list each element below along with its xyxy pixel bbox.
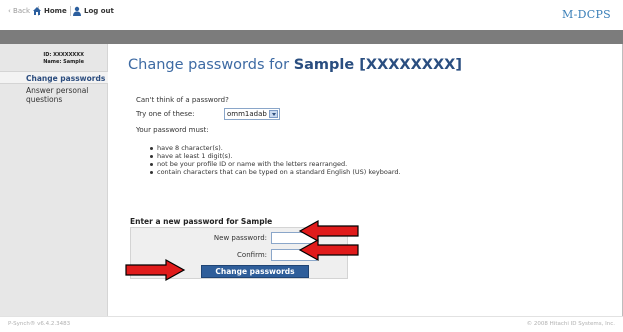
password-rules: have 8 character(s). have at least 1 dig… <box>148 144 401 176</box>
suggestion-select[interactable]: omm1adab <box>224 108 280 120</box>
user-icon <box>73 6 81 16</box>
home-icon <box>33 7 41 15</box>
page-title-prefix: Change passwords for <box>128 57 290 73</box>
suggestion-label: Try one of these: <box>136 110 195 118</box>
header-bar <box>0 30 623 44</box>
back-link[interactable]: ‹ Back <box>8 7 30 16</box>
form-heading: Enter a new password for Sample <box>130 217 273 226</box>
arrow-right-icon <box>125 258 186 282</box>
arrow-left-icon <box>298 238 359 262</box>
logout-link[interactable]: Log out <box>73 6 114 16</box>
suggestion-value: omm1adab <box>227 110 267 118</box>
logout-label: Log out <box>84 7 114 15</box>
sidebar-item-change-passwords[interactable]: Change passwords <box>0 71 108 84</box>
page-title-subject: Sample [XXXXXXXX] <box>293 57 462 73</box>
suggestion-row: Try one of these: omm1adab <box>136 108 280 120</box>
brand-logo: M-DCPS <box>562 8 611 21</box>
confirm-password-label: Confirm: <box>237 251 267 259</box>
rule-item: not be your profile ID or name with the … <box>148 160 401 168</box>
user-info: ID: XXXXXXXX Name: Sample <box>0 52 108 66</box>
copyright-text: © 2008 Hitachi ID Systems, Inc. <box>526 321 615 327</box>
top-nav: ‹ Back Home Log out M-DCPS <box>0 0 623 30</box>
back-label: Back <box>13 7 31 15</box>
rule-item: have 8 character(s). <box>148 144 401 152</box>
sidebar: ID: XXXXXXXX Name: Sample Change passwor… <box>0 44 108 316</box>
version-text: P-Synch® v6.4.2.3483 <box>8 321 71 327</box>
chevron-down-icon[interactable] <box>269 110 278 118</box>
nav-divider <box>70 6 71 16</box>
user-id: ID: XXXXXXXX <box>43 52 84 58</box>
home-label: Home <box>44 7 67 15</box>
change-passwords-button[interactable]: Change passwords <box>201 265 309 278</box>
rule-item: have at least 1 digit(s). <box>148 152 401 160</box>
home-link[interactable]: Home <box>33 7 67 16</box>
main-content: Change passwords for Sample [XXXXXXXX] C… <box>108 44 623 316</box>
rules-intro: Your password must: <box>136 126 209 134</box>
sidebar-item-answer-questions[interactable]: Answer personal questions <box>0 86 108 104</box>
hint-cant-think: Can't think of a password? <box>136 96 229 104</box>
footer: P-Synch® v6.4.2.3483 © 2008 Hitachi ID S… <box>0 316 623 332</box>
new-password-label: New password: <box>213 234 267 242</box>
page-title: Change passwords for Sample [XXXXXXXX] <box>128 57 462 73</box>
user-name: Name: Sample <box>43 59 84 65</box>
rule-item: contain characters that can be typed on … <box>148 168 401 176</box>
